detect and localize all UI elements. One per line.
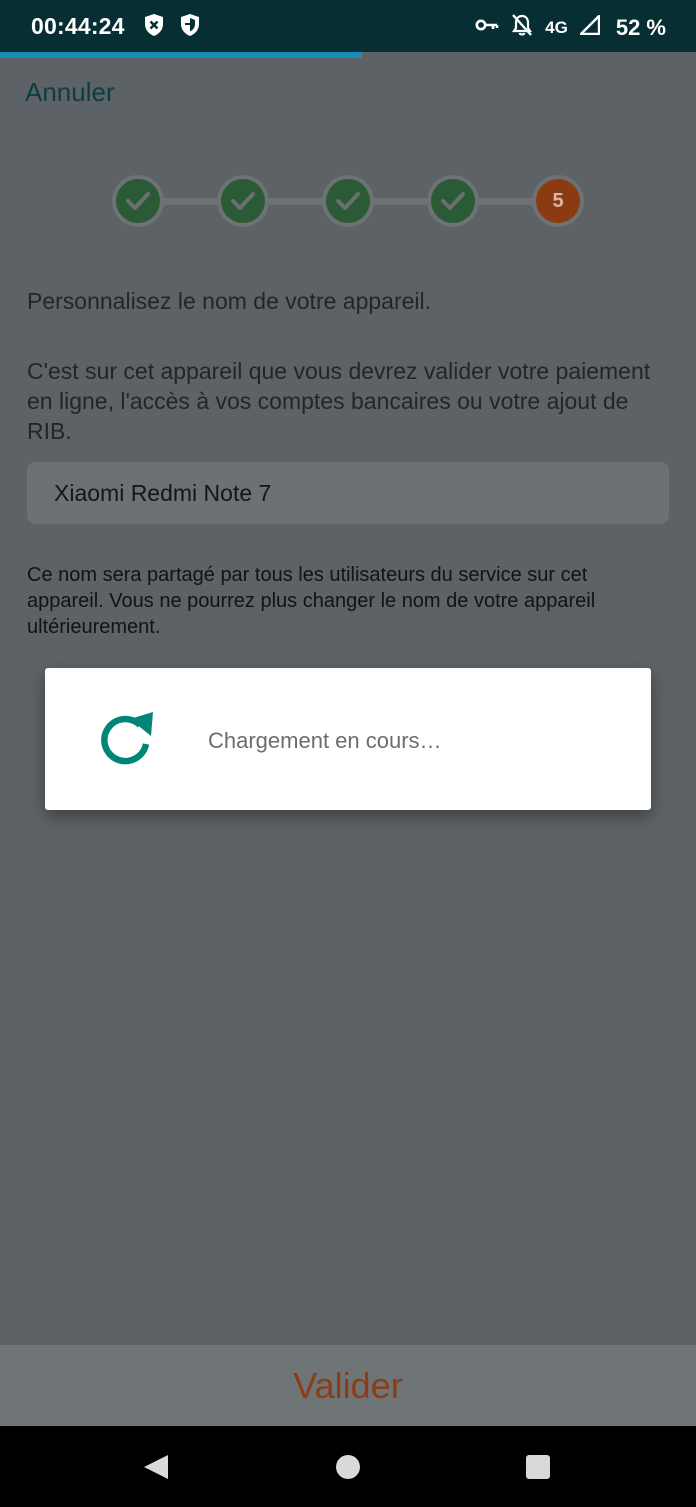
recent-apps-icon[interactable] — [526, 1455, 550, 1479]
step-5: 5 — [532, 175, 584, 227]
step-2 — [217, 175, 269, 227]
device-name-note: Ce nom sera partagé par tous les utilisa… — [27, 564, 596, 638]
check-icon — [336, 192, 360, 210]
check-icon — [441, 192, 465, 210]
back-icon[interactable] — [142, 1454, 170, 1480]
device-name-field[interactable]: Xiaomi Redmi Note 7 — [27, 462, 669, 524]
validate-label: Valider — [293, 1364, 403, 1406]
status-bar: 00:44:24 4G 52 % — [0, 0, 696, 52]
battery-level: 52 % — [615, 14, 666, 40]
device-name-value: Xiaomi Redmi Note 7 — [54, 479, 272, 506]
page-description: C'est sur cet appareil que vous devrez v… — [27, 358, 651, 444]
cancel-button[interactable]: Annuler — [25, 77, 115, 108]
vpn-key-icon — [475, 18, 499, 37]
status-time: 00:44:24 — [31, 13, 125, 39]
loading-progress-fill — [0, 52, 362, 58]
signal-icon — [579, 14, 601, 40]
page-title: Personnalisez le nom de votre appareil. — [27, 288, 432, 314]
validate-button[interactable]: Valider — [0, 1345, 696, 1426]
step-4 — [427, 175, 479, 227]
refresh-icon — [96, 708, 158, 770]
home-icon[interactable] — [336, 1455, 360, 1479]
step-indicator: 5 — [112, 175, 584, 227]
step-5-label: 5 — [536, 179, 580, 223]
loading-progress — [0, 52, 696, 58]
step-3 — [322, 175, 374, 227]
loading-message: Chargement en cours… — [208, 728, 442, 753]
check-icon — [126, 192, 150, 210]
status-right-icons: 4G 52 % — [475, 13, 666, 42]
status-left-icons — [143, 13, 201, 42]
network-type: 4G — [545, 17, 568, 37]
step-1 — [112, 175, 164, 227]
notifications-off-icon — [511, 13, 533, 42]
shield-icon — [179, 13, 201, 42]
blocked-notification-shield-icon — [143, 13, 165, 42]
check-icon — [231, 192, 255, 210]
